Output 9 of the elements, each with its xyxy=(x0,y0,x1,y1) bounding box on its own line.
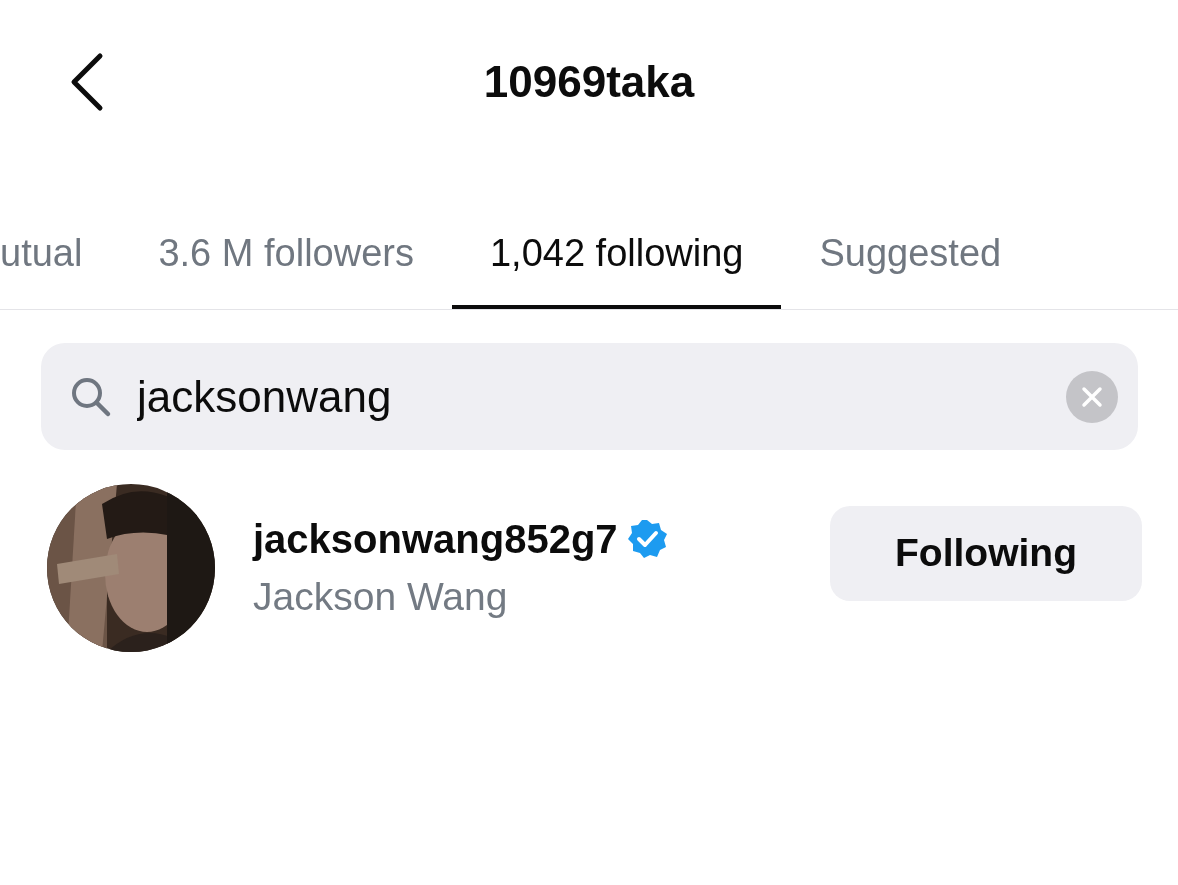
following-button[interactable]: Following xyxy=(830,505,1142,601)
tab[interactable]: 1,042 following xyxy=(451,231,782,309)
tab[interactable]: 3.6 M followers xyxy=(120,231,452,309)
tab[interactable]: utual xyxy=(0,231,121,309)
full-name: Jackson Wang xyxy=(253,574,509,620)
close-icon xyxy=(1080,384,1104,409)
tab[interactable]: Suggested xyxy=(781,231,1040,309)
screen-title: 10969taka xyxy=(483,56,695,108)
username: jacksonwang852g7 xyxy=(253,516,618,562)
